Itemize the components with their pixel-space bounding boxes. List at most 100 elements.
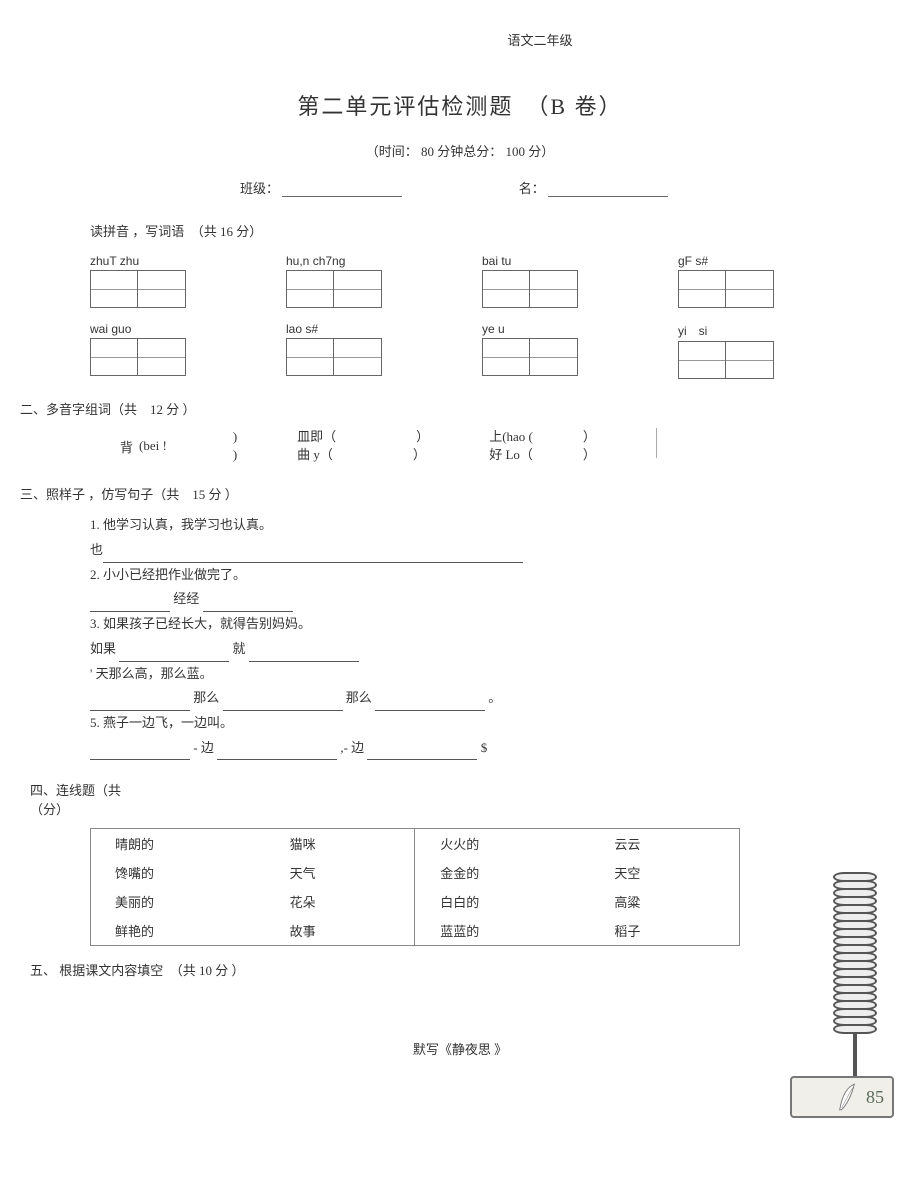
char-cell[interactable] bbox=[334, 338, 382, 376]
char-cell[interactable] bbox=[530, 338, 578, 376]
match-item[interactable]: 蓝蓝的 bbox=[416, 916, 590, 946]
char-cell[interactable] bbox=[286, 270, 334, 308]
name-blank[interactable] bbox=[548, 183, 668, 197]
pinyin-label: wai guo bbox=[90, 322, 210, 336]
student-fields: 班级： 名： bbox=[240, 178, 920, 197]
q3-line: 5. 燕子一边飞，一边叫。 bbox=[90, 711, 920, 736]
q3-text: 那么 bbox=[193, 690, 219, 705]
match-item[interactable]: 天空 bbox=[590, 858, 739, 887]
pinyin-label: bai tu bbox=[482, 254, 602, 268]
char-cell[interactable] bbox=[286, 338, 334, 376]
char-cell[interactable] bbox=[678, 270, 726, 308]
section-3-label: 三、照样子 ，仿写句子（共 15 分 ） bbox=[20, 484, 920, 503]
q3-text: 。 bbox=[488, 690, 501, 705]
blank[interactable] bbox=[223, 697, 343, 711]
char-cell[interactable] bbox=[530, 270, 578, 308]
section-5-label: 五、 根据课文内容填空 （共 10 分 ） bbox=[30, 960, 920, 979]
section-2-label: 二、多音字组词（共 12 分 ） bbox=[20, 399, 920, 418]
blank[interactable] bbox=[90, 746, 190, 760]
q2-text: ) bbox=[233, 428, 237, 446]
q2-text: 皿即（ bbox=[297, 429, 336, 444]
match-item[interactable]: 白白的 bbox=[416, 887, 590, 916]
blank[interactable] bbox=[367, 746, 477, 760]
match-item[interactable]: 美丽的 bbox=[91, 887, 266, 916]
q3-text: 经经 bbox=[173, 591, 199, 606]
match-item[interactable]: 天气 bbox=[266, 858, 415, 887]
match-item[interactable]: 鲜艳的 bbox=[91, 916, 266, 946]
blank[interactable] bbox=[249, 648, 359, 662]
coil-icon bbox=[833, 872, 877, 1082]
q3-line: 3. 如果孩子已经长大，就得告别妈妈。 bbox=[90, 612, 920, 637]
char-cell[interactable] bbox=[726, 341, 774, 379]
header-subject: 语文二年级 bbox=[160, 30, 920, 49]
q3-line: ' 天那么高，那么蓝。 bbox=[90, 662, 920, 687]
blank[interactable] bbox=[103, 549, 523, 563]
char-cell[interactable] bbox=[482, 270, 530, 308]
time-score-line: （时间： 80 分钟总分： 100 分） bbox=[0, 141, 920, 160]
matching-table: 晴朗的 猫咪 火火的 云云 馋嘴的 天气 金金的 天空 美丽的 花朵 白白的 高… bbox=[90, 828, 740, 946]
char-cell[interactable] bbox=[726, 270, 774, 308]
match-item[interactable]: 馋嘴的 bbox=[91, 858, 266, 887]
match-item[interactable]: 稻子 bbox=[590, 916, 739, 946]
page-ornament: 85 bbox=[790, 872, 920, 1118]
q3-text: 那么 bbox=[346, 690, 372, 705]
q2-text: ） bbox=[416, 429, 429, 444]
pinyin-row-1: zhuT zhu hu,n ch7ng bai tu gF s# bbox=[90, 254, 920, 308]
char-cell[interactable] bbox=[90, 338, 138, 376]
page-title: 第二单元评估检测题 （B 卷） bbox=[0, 89, 920, 121]
char-cell[interactable] bbox=[334, 270, 382, 308]
name-label: 名： bbox=[519, 181, 545, 196]
q2-text: (bei ! bbox=[139, 438, 167, 453]
feather-icon bbox=[836, 1082, 858, 1112]
q3-text: 如果 bbox=[90, 641, 116, 656]
pinyin-label: yi si bbox=[678, 322, 798, 339]
char-cell[interactable] bbox=[482, 338, 530, 376]
q2-body: 背 (bei ! ) ) 皿即（ ） 曲 y（ ） 上(hao ( ） 好 Lo（ ） bbox=[120, 428, 920, 464]
q3-body: 1. 他学习认真，我学习也认真。 也 2. 小小已经把作业做完了。 经经 3. … bbox=[90, 513, 920, 760]
q3-text: - 边 bbox=[193, 740, 214, 755]
char-cell[interactable] bbox=[90, 270, 138, 308]
char-cell[interactable] bbox=[678, 341, 726, 379]
q2-text: ） bbox=[583, 447, 596, 462]
q2-text: ） bbox=[583, 429, 596, 444]
q2-text: 曲 y（ bbox=[297, 447, 333, 462]
pinyin-label: gF s# bbox=[678, 254, 798, 268]
s4-text: （分） bbox=[30, 799, 920, 818]
q3-line: 1. 他学习认真，我学习也认真。 bbox=[90, 513, 920, 538]
q2-text: ） bbox=[413, 447, 426, 462]
blank[interactable] bbox=[119, 648, 229, 662]
q2-char: 背 bbox=[120, 437, 133, 456]
blank[interactable] bbox=[217, 746, 337, 760]
match-item[interactable]: 猫咪 bbox=[266, 829, 415, 859]
pinyin-label: ye u bbox=[482, 322, 602, 336]
match-item[interactable]: 故事 bbox=[266, 916, 415, 946]
pinyin-label: hu,n ch7ng bbox=[286, 254, 406, 268]
page-number: 85 bbox=[866, 1087, 884, 1108]
match-item[interactable]: 花朵 bbox=[266, 887, 415, 916]
q2-text: 上(hao ( bbox=[489, 429, 533, 444]
blank[interactable] bbox=[203, 598, 293, 612]
q3-text: $ bbox=[481, 740, 488, 755]
q2-text: 好 Lo（ bbox=[489, 447, 533, 462]
page-number-box: 85 bbox=[790, 1076, 894, 1118]
q3-text: ,- 边 bbox=[340, 740, 364, 755]
pinyin-label: lao s# bbox=[286, 322, 406, 336]
char-cell[interactable] bbox=[138, 338, 186, 376]
match-item[interactable]: 高粱 bbox=[590, 887, 739, 916]
q3-line: 2. 小小已经把作业做完了。 bbox=[90, 563, 920, 588]
class-blank[interactable] bbox=[282, 183, 402, 197]
char-cell[interactable] bbox=[138, 270, 186, 308]
class-label: 班级： bbox=[240, 181, 279, 196]
match-item[interactable]: 晴朗的 bbox=[91, 829, 266, 859]
blank[interactable] bbox=[90, 697, 190, 711]
match-item[interactable]: 云云 bbox=[590, 829, 739, 859]
blank[interactable] bbox=[375, 697, 485, 711]
q2-text: ) bbox=[233, 446, 237, 464]
q3-text: 就 bbox=[233, 641, 246, 656]
q3-text: 也 bbox=[90, 542, 103, 557]
pinyin-label: zhuT zhu bbox=[90, 254, 210, 268]
blank[interactable] bbox=[90, 598, 170, 612]
match-item[interactable]: 火火的 bbox=[416, 829, 590, 859]
match-item[interactable]: 金金的 bbox=[416, 858, 590, 887]
s4-text: 四、连线题（共 bbox=[30, 780, 920, 799]
